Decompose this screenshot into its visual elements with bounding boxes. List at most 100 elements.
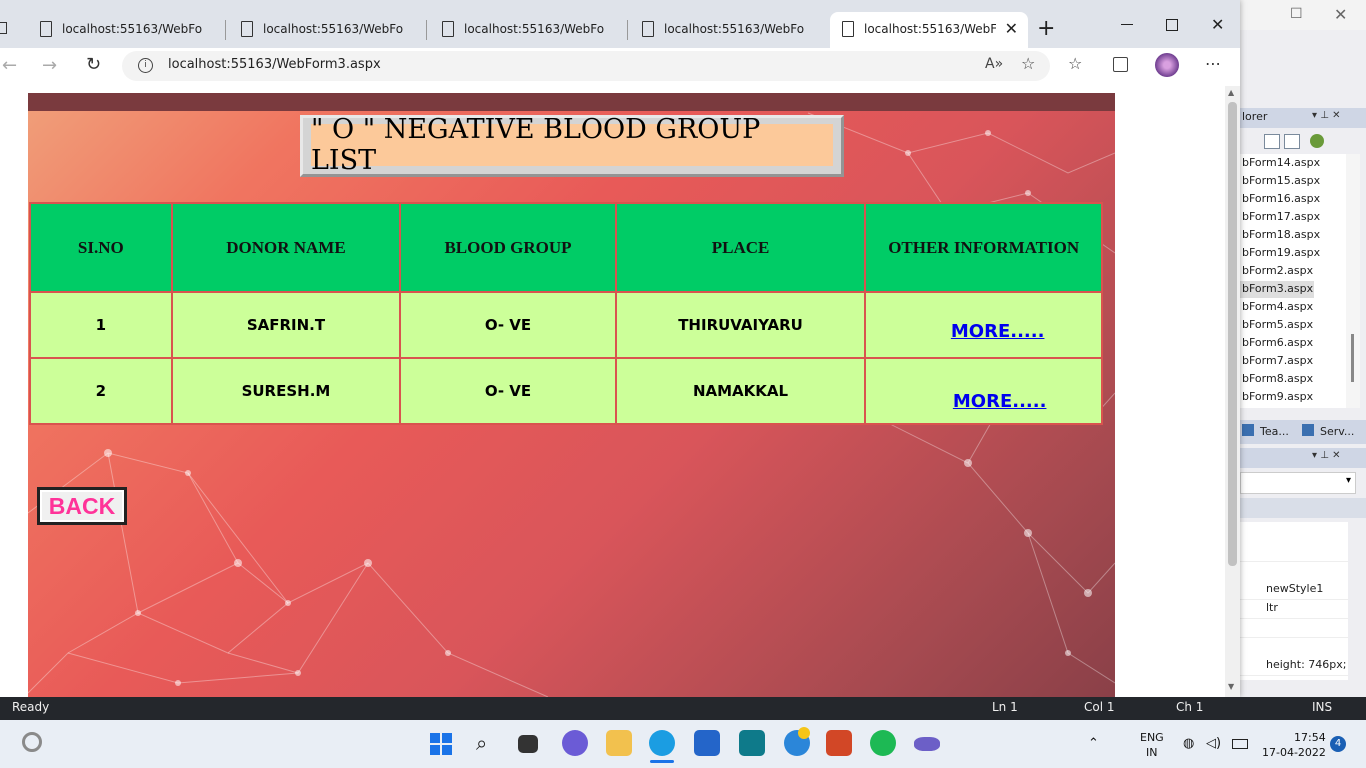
server-explorer-icon [1302, 424, 1314, 436]
property-value[interactable]: height: 746px; [1266, 658, 1346, 671]
property-value[interactable]: newStyle1 [1266, 582, 1323, 595]
tab-actions-icon[interactable] [0, 22, 7, 34]
language-in[interactable]: IN [1146, 746, 1157, 759]
column-header: BLOOD GROUP [399, 202, 617, 293]
search-icon[interactable]: ⌕ [476, 731, 487, 755]
browser-tab-active[interactable]: localhost:55163/WebForm ✕ [830, 12, 1028, 48]
file-item[interactable]: bForm5.aspx [1242, 318, 1313, 331]
app-icon[interactable] [739, 730, 765, 756]
clock-time[interactable]: 17:54 [1294, 731, 1326, 744]
add-favorite-icon[interactable]: ☆ [1021, 54, 1035, 73]
file-item[interactable]: bForm4.aspx [1242, 300, 1313, 313]
notification-badge[interactable]: 4 [1330, 736, 1346, 752]
property-value[interactable]: ltr [1266, 601, 1278, 614]
back-button[interactable]: BACK [37, 487, 127, 525]
file-item[interactable]: bForm6.aspx [1242, 336, 1313, 349]
solution-scrollbar[interactable] [1346, 154, 1360, 408]
properties-icon[interactable] [1264, 134, 1280, 149]
file-item[interactable]: bForm7.aspx [1242, 354, 1313, 367]
panel-pin-icon[interactable]: ▾ ⊥ ✕ [1312, 110, 1340, 121]
vs-close-icon[interactable]: ✕ [1334, 5, 1347, 24]
properties-header: ▾ ⊥ ✕ [1240, 448, 1366, 468]
browser-tab[interactable]: localhost:55163/WebForm [229, 12, 427, 48]
file-item[interactable]: bForm2.aspx [1242, 264, 1313, 277]
status-column: Col 1 [1084, 700, 1115, 714]
collections-icon[interactable] [1113, 57, 1128, 72]
file-item[interactable]: bForm17.aspx [1242, 210, 1320, 223]
avatar[interactable] [1155, 53, 1179, 77]
widgets-icon[interactable] [22, 732, 42, 752]
favorites-icon[interactable]: ☆ [1068, 54, 1082, 73]
url-text[interactable]: localhost:55163/WebForm3.aspx [168, 57, 381, 72]
settings-more-icon[interactable]: ⋯ [1205, 54, 1221, 73]
file-item[interactable]: bForm9.aspx [1242, 390, 1313, 403]
new-tab-button[interactable]: + [1037, 16, 1055, 41]
notification-dot [798, 727, 810, 739]
column-header: SI.NO [29, 202, 173, 293]
table-header-row: SI.NO DONOR NAME BLOOD GROUP PLACE OTHER… [29, 202, 1103, 293]
file-explorer-icon[interactable] [606, 730, 632, 756]
back-arrow-icon[interactable]: ← [2, 55, 17, 76]
refresh-icon[interactable]: ↻ [86, 54, 101, 75]
network-icon[interactable]: ◍ [1183, 736, 1194, 751]
properties-object-combo[interactable]: ▾ [1240, 472, 1356, 494]
browser-tab[interactable]: localhost:55163/WebForm [630, 12, 826, 48]
clock-date[interactable]: 17-04-2022 [1262, 746, 1326, 759]
close-window-icon[interactable]: ✕ [1211, 15, 1224, 34]
status-line: Ln 1 [992, 700, 1018, 714]
table-row: 2 SURESH.M O- VE NAMAKKAL MORE..... [29, 357, 1103, 425]
language-eng[interactable]: ENG [1140, 731, 1164, 744]
forward-arrow-icon[interactable]: → [42, 55, 57, 76]
start-icon[interactable] [430, 733, 452, 755]
scrollbar-thumb[interactable] [1228, 102, 1237, 566]
page-heading-box: " O " NEGATIVE BLOOD GROUP LIST [300, 114, 844, 177]
cell-serial: 2 [29, 357, 173, 425]
powerpoint-icon[interactable] [826, 730, 852, 756]
tab-server-explorer[interactable]: Serv... [1320, 425, 1354, 438]
file-item[interactable]: bForm14.aspx [1242, 156, 1320, 169]
cell-blood-group: O- VE [399, 357, 617, 425]
read-aloud-icon[interactable]: A» [985, 56, 1003, 72]
vs-restore-icon[interactable]: ☐ [1290, 6, 1303, 22]
task-view-icon[interactable] [518, 735, 538, 753]
properties-toolbar [1240, 498, 1366, 518]
show-all-icon[interactable] [1284, 134, 1300, 149]
scroll-up-icon[interactable]: ▲ [1228, 88, 1234, 97]
visual-studio-icon[interactable] [914, 737, 940, 751]
tab-team-explorer[interactable]: Tea... [1260, 425, 1289, 438]
panel-pin-icon[interactable]: ▾ ⊥ ✕ [1312, 450, 1340, 461]
file-item[interactable]: bForm8.aspx [1242, 372, 1313, 385]
active-indicator [650, 760, 674, 763]
site-info-icon[interactable]: i [138, 58, 153, 73]
file-item[interactable]: bForm3.aspx [1242, 282, 1313, 295]
close-tab-icon[interactable]: ✕ [1005, 19, 1018, 38]
spotify-icon[interactable] [870, 730, 896, 756]
minimize-icon[interactable] [1121, 24, 1133, 25]
cell-blood-group: O- VE [399, 291, 617, 359]
browser-tab[interactable]: localhost:55163/WebForm [28, 12, 226, 48]
file-item[interactable]: bForm18.aspx [1242, 228, 1320, 241]
volume-icon[interactable]: ◁) [1206, 736, 1221, 751]
browser-tab[interactable]: localhost:55163/WebForm [430, 12, 628, 48]
store-icon[interactable] [694, 730, 720, 756]
solution-explorer-title: lorer [1242, 110, 1268, 123]
maximize-icon[interactable] [1166, 19, 1178, 31]
battery-icon[interactable] [1232, 739, 1248, 749]
file-item[interactable]: bForm19.aspx [1242, 246, 1320, 259]
tab-title: localhost:55163/WebForm [62, 22, 202, 36]
more-link[interactable]: MORE..... [953, 391, 1047, 412]
document-icon [642, 21, 654, 37]
page-top-band [28, 93, 1115, 111]
show-hidden-icon[interactable]: ⌃ [1088, 736, 1099, 751]
refresh-icon[interactable] [1310, 134, 1324, 148]
edge-icon[interactable] [649, 730, 675, 756]
tab-title: localhost:55163/WebForm [864, 22, 996, 36]
more-link[interactable]: MORE..... [951, 321, 1045, 342]
status-text: Ready [12, 700, 50, 714]
column-header: PLACE [614, 202, 867, 293]
document-icon [40, 21, 52, 37]
chat-icon[interactable] [562, 730, 588, 756]
file-item[interactable]: bForm16.aspx [1242, 192, 1320, 205]
file-item[interactable]: bForm15.aspx [1242, 174, 1320, 187]
scroll-down-icon[interactable]: ▼ [1228, 682, 1234, 691]
